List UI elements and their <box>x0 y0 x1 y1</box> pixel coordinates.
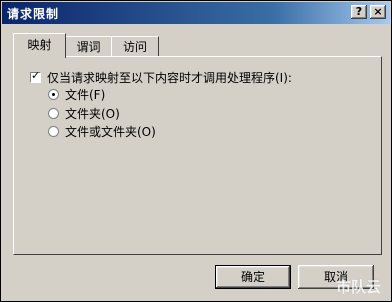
radio-folder[interactable] <box>48 107 59 119</box>
tab-mapping[interactable]: 映射 <box>13 33 66 58</box>
radio-file-or-folder[interactable] <box>48 125 59 137</box>
close-button[interactable]: × <box>370 5 386 19</box>
help-button[interactable]: ? <box>351 5 367 19</box>
radio-file[interactable] <box>48 88 59 100</box>
radio-file-or-folder-row[interactable]: 文件或文件夹(O) <box>48 123 156 139</box>
radio-folder-row[interactable]: 文件夹(O) <box>48 105 120 121</box>
mapping-checkbox[interactable]: ✓ <box>30 68 41 83</box>
title-bar[interactable]: 请求限制 ? × <box>2 2 390 24</box>
radio-file-row[interactable]: 文件(F) <box>48 86 105 102</box>
ok-button[interactable]: 确定 <box>215 265 291 289</box>
radio-file-or-folder-label: 文件或文件夹(O) <box>65 124 156 139</box>
mapping-checkbox-label: 仅当请求映射至以下内容时才调用处理程序(I): <box>47 70 292 85</box>
tab-panel-mapping: ✓ 仅当请求映射至以下内容时才调用处理程序(I): 文件(F) 文件夹(O) 文… <box>13 56 382 255</box>
request-restrictions-dialog: 请求限制 ? × 映射 谓词 访问 ✓ 仅当请求映射至以下内容时才调用处理程序(… <box>0 0 392 302</box>
radio-selected-dot-icon <box>52 92 55 96</box>
watermark-logo: 市队云 <box>335 278 381 296</box>
checkmark-icon: ✓ <box>31 68 41 82</box>
radio-folder-label: 文件夹(O) <box>65 106 120 121</box>
tab-verbs[interactable]: 谓词 <box>65 36 112 56</box>
tab-access[interactable]: 访问 <box>111 36 159 56</box>
radio-file-label: 文件(F) <box>65 87 106 102</box>
mapping-checkbox-row[interactable]: ✓ 仅当请求映射至以下内容时才调用处理程序(I): <box>30 69 292 85</box>
window-title: 请求限制 <box>7 7 60 21</box>
